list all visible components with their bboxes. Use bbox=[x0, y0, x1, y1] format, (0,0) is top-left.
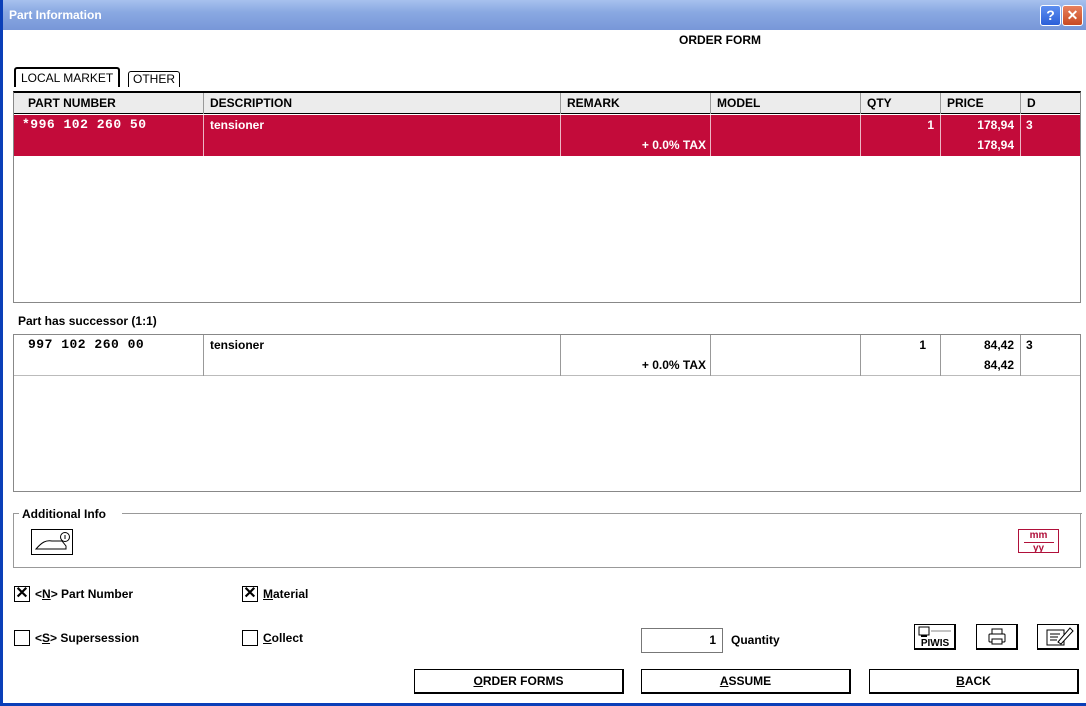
form-title: ORDER FORM bbox=[679, 33, 761, 47]
window-title: Part Information bbox=[9, 8, 102, 22]
close-button[interactable]: ✕ bbox=[1062, 5, 1083, 26]
description-cell: tensioner bbox=[210, 118, 265, 132]
part-number-option-label: <N> Part Number bbox=[35, 587, 134, 601]
col-remark[interactable]: REMARK bbox=[567, 96, 620, 110]
successor-grid: 997 102 260 00 tensioner + 0.0% TAX 1 84… bbox=[13, 334, 1081, 492]
qty-cell: 1 bbox=[927, 118, 934, 132]
collect-option-label: Collect bbox=[263, 631, 304, 645]
date-mmyy-icon[interactable]: mm yy bbox=[1018, 529, 1059, 554]
additional-info-title: Additional Info bbox=[20, 507, 108, 521]
supersession-checkbox[interactable] bbox=[14, 630, 30, 646]
col-qty[interactable]: QTY bbox=[867, 96, 892, 110]
supersession-option-label: <S> Supersession bbox=[35, 631, 140, 645]
help-button[interactable]: ? bbox=[1040, 5, 1061, 26]
order-forms-button[interactable]: ORDER FORMS bbox=[414, 669, 624, 694]
price-total-cell: 84,42 bbox=[983, 358, 1014, 372]
quantity-input[interactable]: 1 bbox=[641, 628, 723, 653]
vehicle-info-icon[interactable] bbox=[31, 529, 73, 555]
piwis-button[interactable]: PIWIS bbox=[914, 624, 956, 650]
remark-cell: + 0.0% TAX bbox=[641, 358, 706, 372]
part-number-cell: 997 102 260 00 bbox=[28, 337, 145, 352]
title-bar[interactable]: Part Information ? ✕ bbox=[3, 0, 1086, 30]
edit-button[interactable] bbox=[1037, 624, 1079, 650]
successor-label: Part has successor (1:1) bbox=[18, 314, 157, 328]
price-total-cell: 178,94 bbox=[977, 138, 1014, 152]
d-cell: 3 bbox=[1026, 338, 1033, 352]
qty-cell: 1 bbox=[919, 338, 926, 352]
collect-checkbox[interactable] bbox=[242, 630, 258, 646]
table-row[interactable]: *996 102 260 50 tensioner + 0.0% TAX 1 1… bbox=[14, 115, 1080, 156]
grid-header: PART NUMBER DESCRIPTION REMARK MODEL QTY… bbox=[14, 93, 1080, 114]
piwis-label: PIWIS bbox=[921, 638, 950, 649]
additional-info-group bbox=[13, 513, 1082, 568]
tab-other[interactable]: OTHER bbox=[128, 71, 180, 87]
material-checkbox[interactable]: ✕ bbox=[242, 586, 258, 602]
part-information-window: Part Information ? ✕ ORDER FORM LOCAL MA… bbox=[0, 0, 1086, 706]
material-option-label: Material bbox=[263, 587, 309, 601]
printer-icon bbox=[988, 628, 1006, 645]
tab-local-market[interactable]: LOCAL MARKET bbox=[14, 67, 121, 87]
parts-grid: PART NUMBER DESCRIPTION REMARK MODEL QTY… bbox=[13, 91, 1081, 303]
col-d[interactable]: D bbox=[1027, 96, 1036, 110]
col-model[interactable]: MODEL bbox=[717, 96, 760, 110]
assume-button[interactable]: ASSUME bbox=[641, 669, 851, 694]
content-area: ORDER FORM LOCAL MARKET OTHER PART NUMBE… bbox=[6, 30, 1086, 703]
price-cell: 84,42 bbox=[983, 338, 1014, 352]
d-cell: 3 bbox=[1026, 118, 1033, 132]
price-cell: 178,94 bbox=[977, 118, 1014, 132]
quantity-label: Quantity bbox=[731, 633, 780, 647]
print-button[interactable] bbox=[976, 624, 1018, 650]
back-button[interactable]: BACK bbox=[869, 669, 1079, 694]
col-description[interactable]: DESCRIPTION bbox=[210, 96, 292, 110]
table-row[interactable]: 997 102 260 00 tensioner + 0.0% TAX 1 84… bbox=[14, 335, 1080, 376]
part-number-cell: *996 102 260 50 bbox=[22, 117, 147, 132]
remark-cell: + 0.0% TAX bbox=[641, 138, 706, 152]
col-price[interactable]: PRICE bbox=[947, 96, 984, 110]
edit-note-icon bbox=[1046, 627, 1074, 646]
part-number-checkbox[interactable]: ✕ bbox=[14, 586, 30, 602]
description-cell: tensioner bbox=[210, 338, 265, 352]
col-part-number[interactable]: PART NUMBER bbox=[28, 96, 116, 110]
